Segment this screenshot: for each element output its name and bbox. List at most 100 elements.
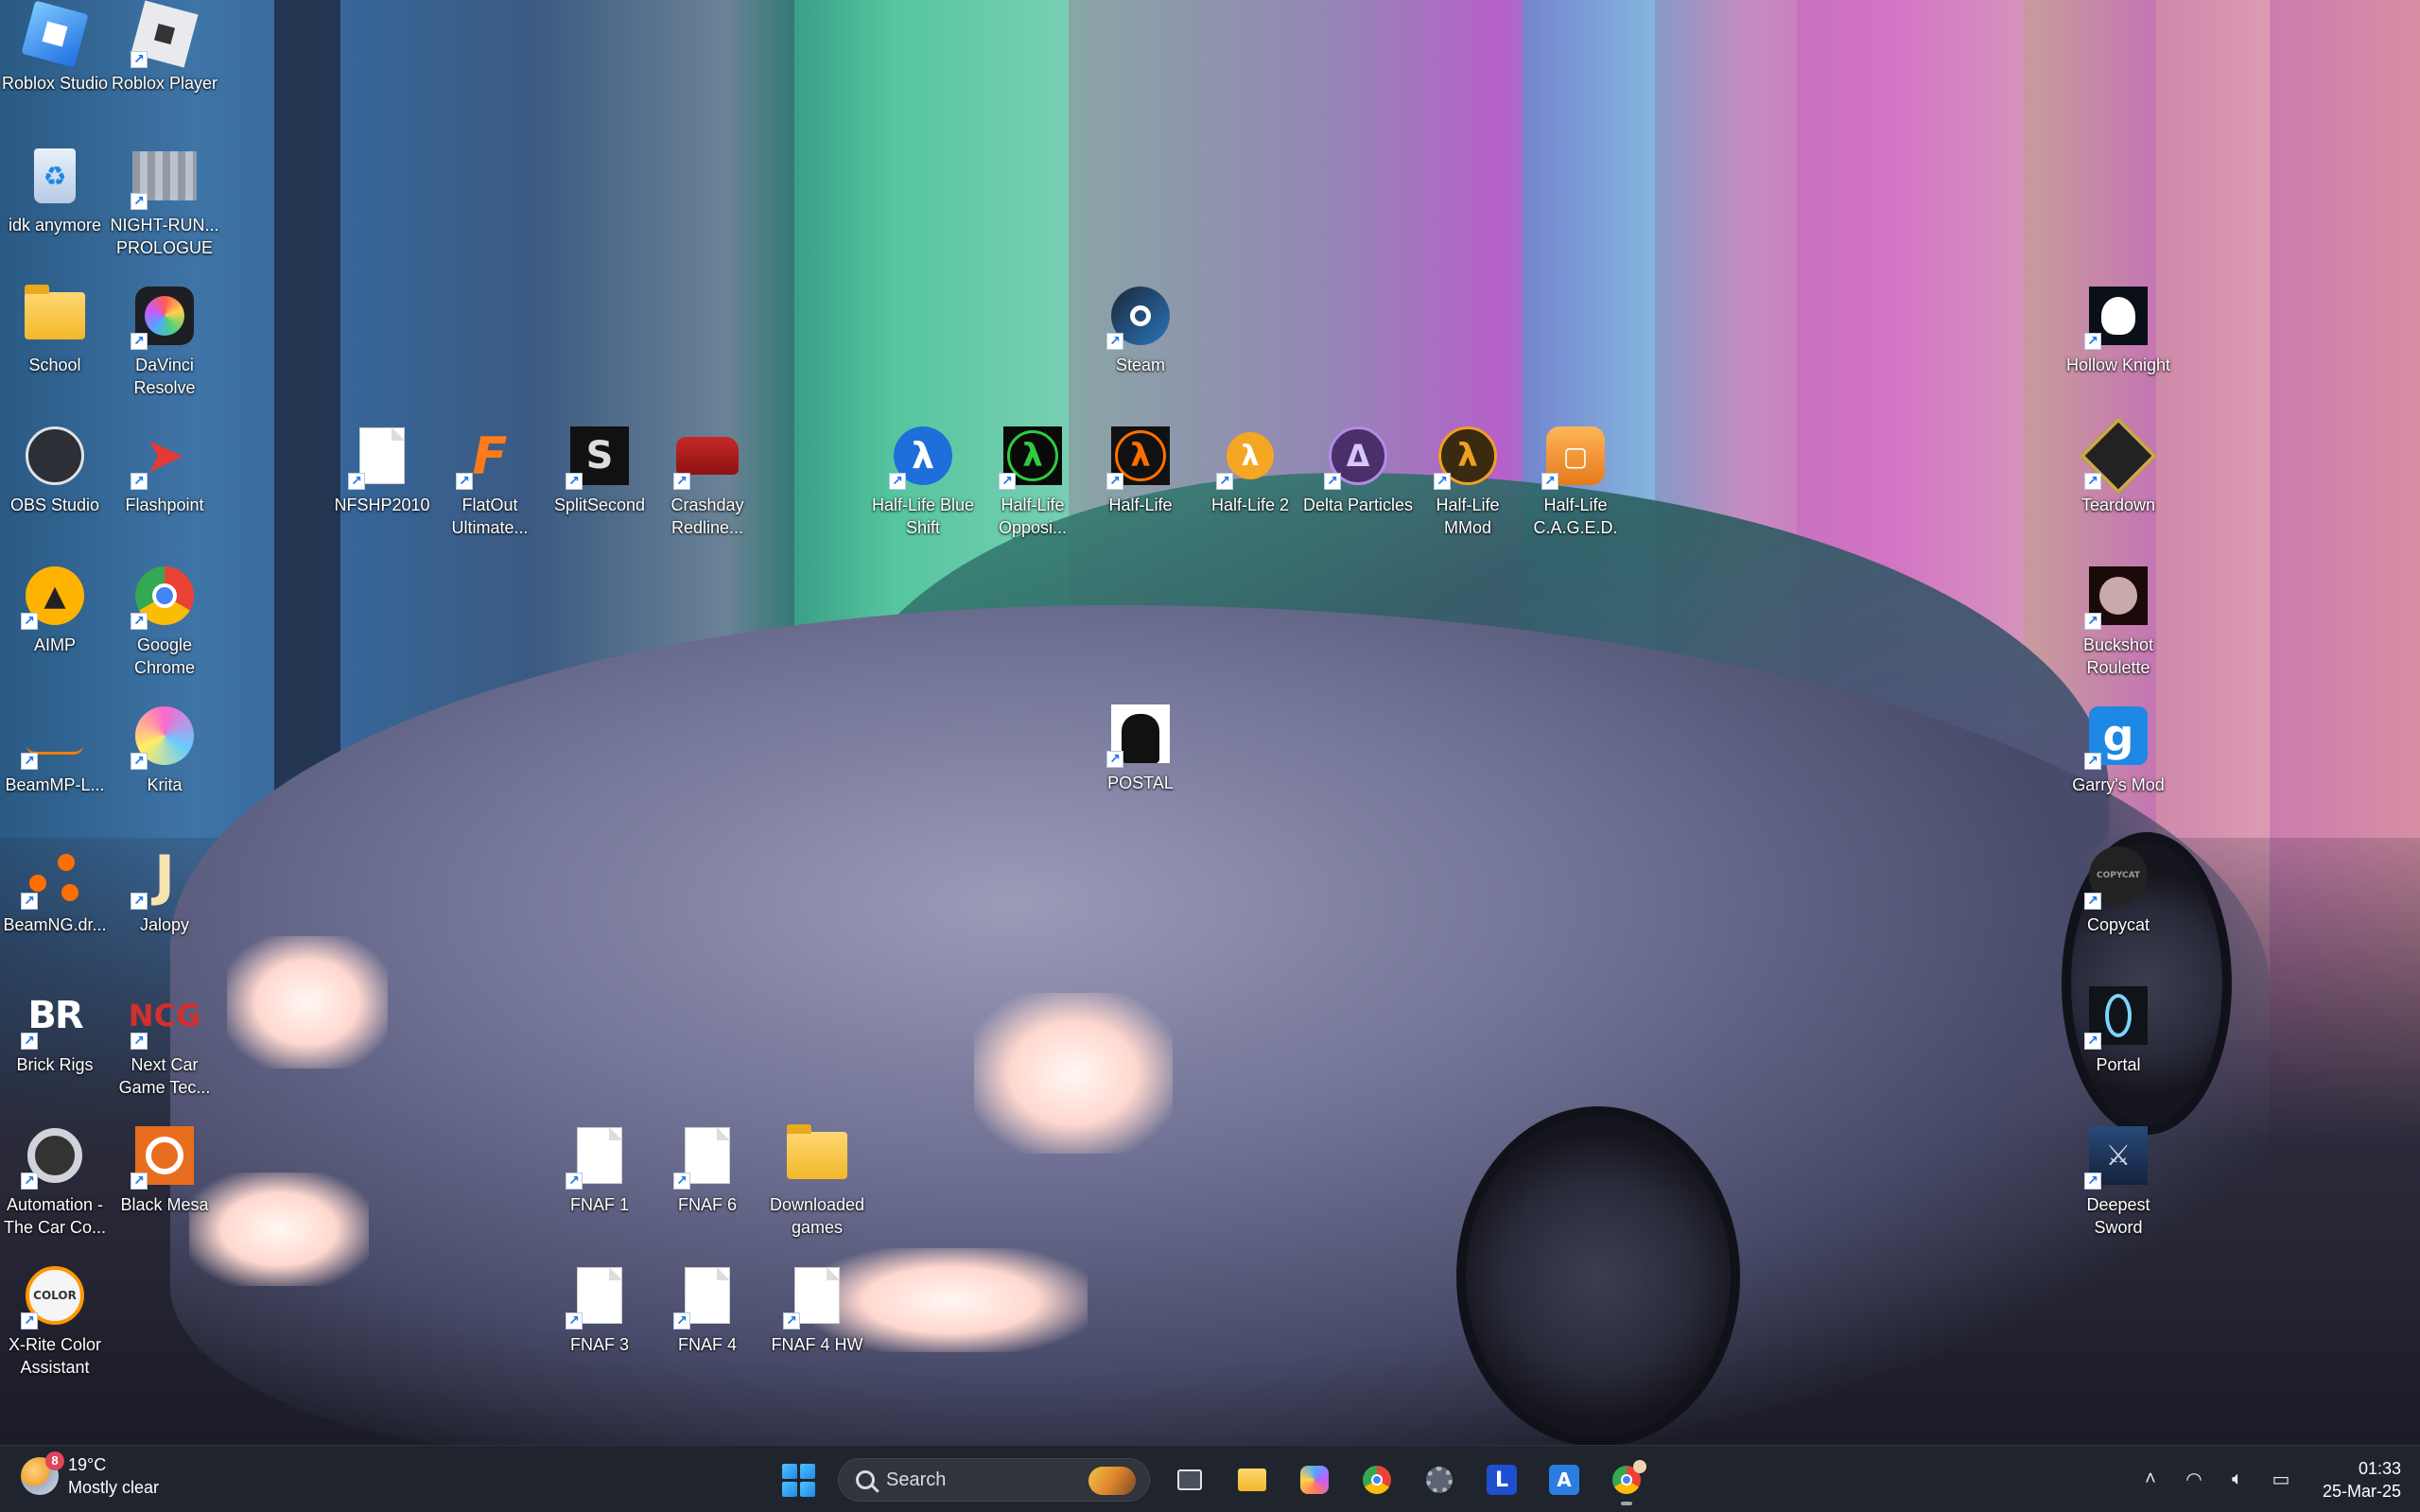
- desktop-icon-label: POSTAL: [1107, 773, 1174, 792]
- desktop-icon-school[interactable]: School: [0, 282, 110, 376]
- desktop-icon-jalopy[interactable]: J ↗ Jalopy: [110, 842, 219, 936]
- davinci-resolve-icon: ↗: [131, 282, 199, 350]
- shortcut-arrow-icon: ↗: [673, 1173, 690, 1190]
- taskbar-chrome-profile-button[interactable]: [1604, 1457, 1649, 1505]
- weather-condition: Mostly clear: [68, 1478, 160, 1497]
- taskbar-chrome-button[interactable]: [1354, 1457, 1400, 1503]
- taskbar-settings-button[interactable]: [1417, 1457, 1462, 1503]
- desktop-icon-label: Half-Life 2: [1210, 495, 1290, 514]
- battery-icon[interactable]: ▭: [2270, 1469, 2292, 1491]
- shortcut-arrow-icon: ↗: [2084, 1173, 2101, 1190]
- desktop-icon-night-run-prologue[interactable]: ↗ NIGHT-RUN... PROLOGUE: [110, 142, 219, 259]
- desktop-icon-half-life-mmod[interactable]: λ ↗ Half-Life MMod: [1413, 422, 1523, 539]
- desktop-icon-next-car-game-tec[interactable]: NCG ↗ Next Car Game Tec...: [110, 982, 219, 1099]
- shortcut-arrow-icon: ↗: [1106, 751, 1123, 768]
- desktop-icon-label: NIGHT-RUN... PROLOGUE: [110, 216, 219, 257]
- taskbar-file-explorer-button[interactable]: [1229, 1457, 1275, 1503]
- shortcut-arrow-icon: ↗: [1216, 473, 1233, 490]
- speaker-icon[interactable]: 🔈︎: [2226, 1469, 2249, 1491]
- desktop-icon-label: School: [28, 356, 81, 374]
- search-box[interactable]: Search: [838, 1458, 1150, 1502]
- delta-particles-icon: Δ ↗: [1324, 422, 1392, 490]
- desktop-icon-label: Half-Life: [1108, 495, 1173, 514]
- desktop-icon-half-life-2[interactable]: λ ↗ Half-Life 2: [1195, 422, 1305, 516]
- file-icon: ↗: [566, 1261, 634, 1330]
- desktop-icon-hollow-knight[interactable]: ↗ Hollow Knight: [2063, 282, 2173, 376]
- desktop-icon-krita[interactable]: ↗ Krita: [110, 702, 219, 796]
- desktop-icon-nfshp2010[interactable]: ↗ NFSHP2010: [327, 422, 437, 516]
- desktop-icon-garry-s-mod[interactable]: g ↗ Garry's Mod: [2063, 702, 2173, 796]
- desktop-icon-fnaf-1[interactable]: ↗ FNAF 1: [545, 1121, 654, 1216]
- desktop-icon-flatout-ultimate[interactable]: F ↗ FlatOut Ultimate...: [435, 422, 545, 539]
- wifi-icon[interactable]: ◠: [2183, 1469, 2205, 1491]
- krita-icon: ↗: [131, 702, 199, 770]
- desktop-icon-label: BeamMP-L...: [5, 775, 105, 794]
- roblox-studio-icon: [21, 0, 89, 68]
- desktop-icon-steam[interactable]: ↗ Steam: [1086, 282, 1195, 376]
- start-button[interactable]: [775, 1457, 821, 1503]
- desktop-icon-half-life-c-a-g-e-d[interactable]: ▢ ↗ Half-Life C.A.G.E.D.: [1521, 422, 1630, 539]
- desktop-icon-delta-particles[interactable]: Δ ↗ Delta Particles: [1303, 422, 1413, 516]
- desktop-icon-portal[interactable]: ↗ Portal: [2063, 982, 2173, 1076]
- desktop-icon-aimp[interactable]: ▲ ↗ AIMP: [0, 562, 110, 656]
- taskbar-launcher-l-button[interactable]: L: [1479, 1457, 1524, 1503]
- search-placeholder: Search: [886, 1469, 947, 1490]
- desktop-icon-fnaf-6[interactable]: ↗ FNAF 6: [653, 1121, 762, 1216]
- desktop-icon-davinci-resolve[interactable]: ↗ DaVinci Resolve: [110, 282, 219, 399]
- desktop-icon-automation-the-car-co[interactable]: ↗ Automation - The Car Co...: [0, 1121, 110, 1239]
- desktop-icon-teardown[interactable]: ↗ Teardown: [2063, 416, 2173, 516]
- desktop-icon-fnaf-3[interactable]: ↗ FNAF 3: [545, 1261, 654, 1356]
- taskbar-copilot-button[interactable]: [1292, 1457, 1337, 1503]
- desktop-icon-idk-anymore[interactable]: ♻ idk anymore: [0, 142, 110, 236]
- desktop-icon-x-rite-color-assistant[interactable]: COLOR ↗ X-Rite Color Assistant: [0, 1261, 110, 1379]
- desktop-icon-roblox-studio[interactable]: Roblox Studio: [0, 0, 110, 95]
- shortcut-arrow-icon: ↗: [131, 51, 148, 68]
- shortcut-arrow-icon: ↗: [2084, 473, 2101, 490]
- desktop-icon-label: Buckshot Roulette: [2082, 635, 2154, 677]
- desktop-icon-fnaf-4-hw[interactable]: ↗ FNAF 4 HW: [762, 1261, 872, 1356]
- desktop-icon-flashpoint[interactable]: ➤ ↗ Flashpoint: [110, 422, 219, 516]
- half-life-blue-shift-icon: λ ↗: [889, 422, 957, 490]
- half-life-mmod-icon: λ ↗: [1434, 422, 1502, 490]
- desktop-icon-label: Downloaded games: [769, 1195, 865, 1237]
- flatout-icon: F ↗: [456, 422, 524, 490]
- desktop-icon-beammp-l[interactable]: ↗ BeamMP-L...: [0, 702, 110, 796]
- desktop-icon-postal[interactable]: ↗ POSTAL: [1086, 700, 1195, 794]
- clock[interactable]: 01:33 25-Mar-25: [2323, 1457, 2401, 1503]
- shortcut-arrow-icon: ↗: [999, 473, 1016, 490]
- taskbar-vscode-like-button[interactable]: A: [1541, 1457, 1587, 1503]
- desktop-icon-label: Half-Life C.A.G.E.D.: [1533, 495, 1618, 537]
- weather-widget[interactable]: 8 19°C Mostly clear: [21, 1451, 160, 1499]
- desktop-icon-roblox-player[interactable]: ↗ Roblox Player: [110, 0, 219, 95]
- half-life-icon: λ ↗: [1106, 422, 1175, 490]
- taskbar: 8 19°C Mostly clear Search LA ˄ ◠ 🔈︎ ▭ 0…: [0, 1445, 2420, 1512]
- shortcut-arrow-icon: ↗: [131, 613, 148, 630]
- taskbar-task-view-button[interactable]: [1167, 1457, 1212, 1503]
- desktop-wallpaper: [0, 0, 2420, 1445]
- jalopy-icon: J ↗: [131, 842, 199, 910]
- desktop-icon-beamng-dr[interactable]: ↗ BeamNG.dr...: [0, 842, 110, 936]
- half-life-opposing-force-icon: λ ↗: [999, 422, 1067, 490]
- clock-date: 25-Mar-25: [2322, 1481, 2401, 1501]
- desktop-icon-downloaded-games[interactable]: Downloaded games: [762, 1121, 872, 1239]
- desktop-icon-buckshot-roulette[interactable]: ↗ Buckshot Roulette: [2063, 562, 2173, 679]
- shortcut-arrow-icon: ↗: [131, 193, 148, 210]
- desktop-icon-obs-studio[interactable]: OBS Studio: [0, 422, 110, 516]
- desktop-icon-crashday-redline[interactable]: ↗ Crashday Redline...: [653, 422, 762, 539]
- desktop-icon-deepest-sword[interactable]: ⚔ ↗ Deepest Sword: [2063, 1121, 2173, 1239]
- desktop-icon-half-life-blue-shift[interactable]: λ ↗ Half-Life Blue Shift: [868, 422, 978, 539]
- desktop-icon-brick-rigs[interactable]: BR ↗ Brick Rigs: [0, 982, 110, 1076]
- desktop-icon-copycat[interactable]: COPYCAT ↗ Copycat: [2063, 842, 2173, 936]
- roblox-player-icon: ↗: [131, 0, 199, 68]
- desktop-icon-google-chrome[interactable]: ↗ Google Chrome: [110, 562, 219, 679]
- task-view-icon: [1177, 1469, 1202, 1490]
- beammp-icon: ↗: [21, 702, 89, 770]
- desktop-icon-fnaf-4[interactable]: ↗ FNAF 4: [653, 1261, 762, 1356]
- desktop-icon-label: Half-Life Opposi...: [998, 495, 1068, 537]
- desktop-icon-splitsecond[interactable]: S ↗ SplitSecond: [545, 422, 654, 516]
- desktop-icon-label: OBS Studio: [9, 495, 100, 514]
- chevron-up-icon[interactable]: ˄: [2139, 1469, 2162, 1491]
- desktop-icon-half-life-opposi[interactable]: λ ↗ Half-Life Opposi...: [978, 422, 1088, 539]
- desktop-icon-half-life[interactable]: λ ↗ Half-Life: [1086, 422, 1195, 516]
- desktop-icon-black-mesa[interactable]: ↗ Black Mesa: [110, 1121, 219, 1216]
